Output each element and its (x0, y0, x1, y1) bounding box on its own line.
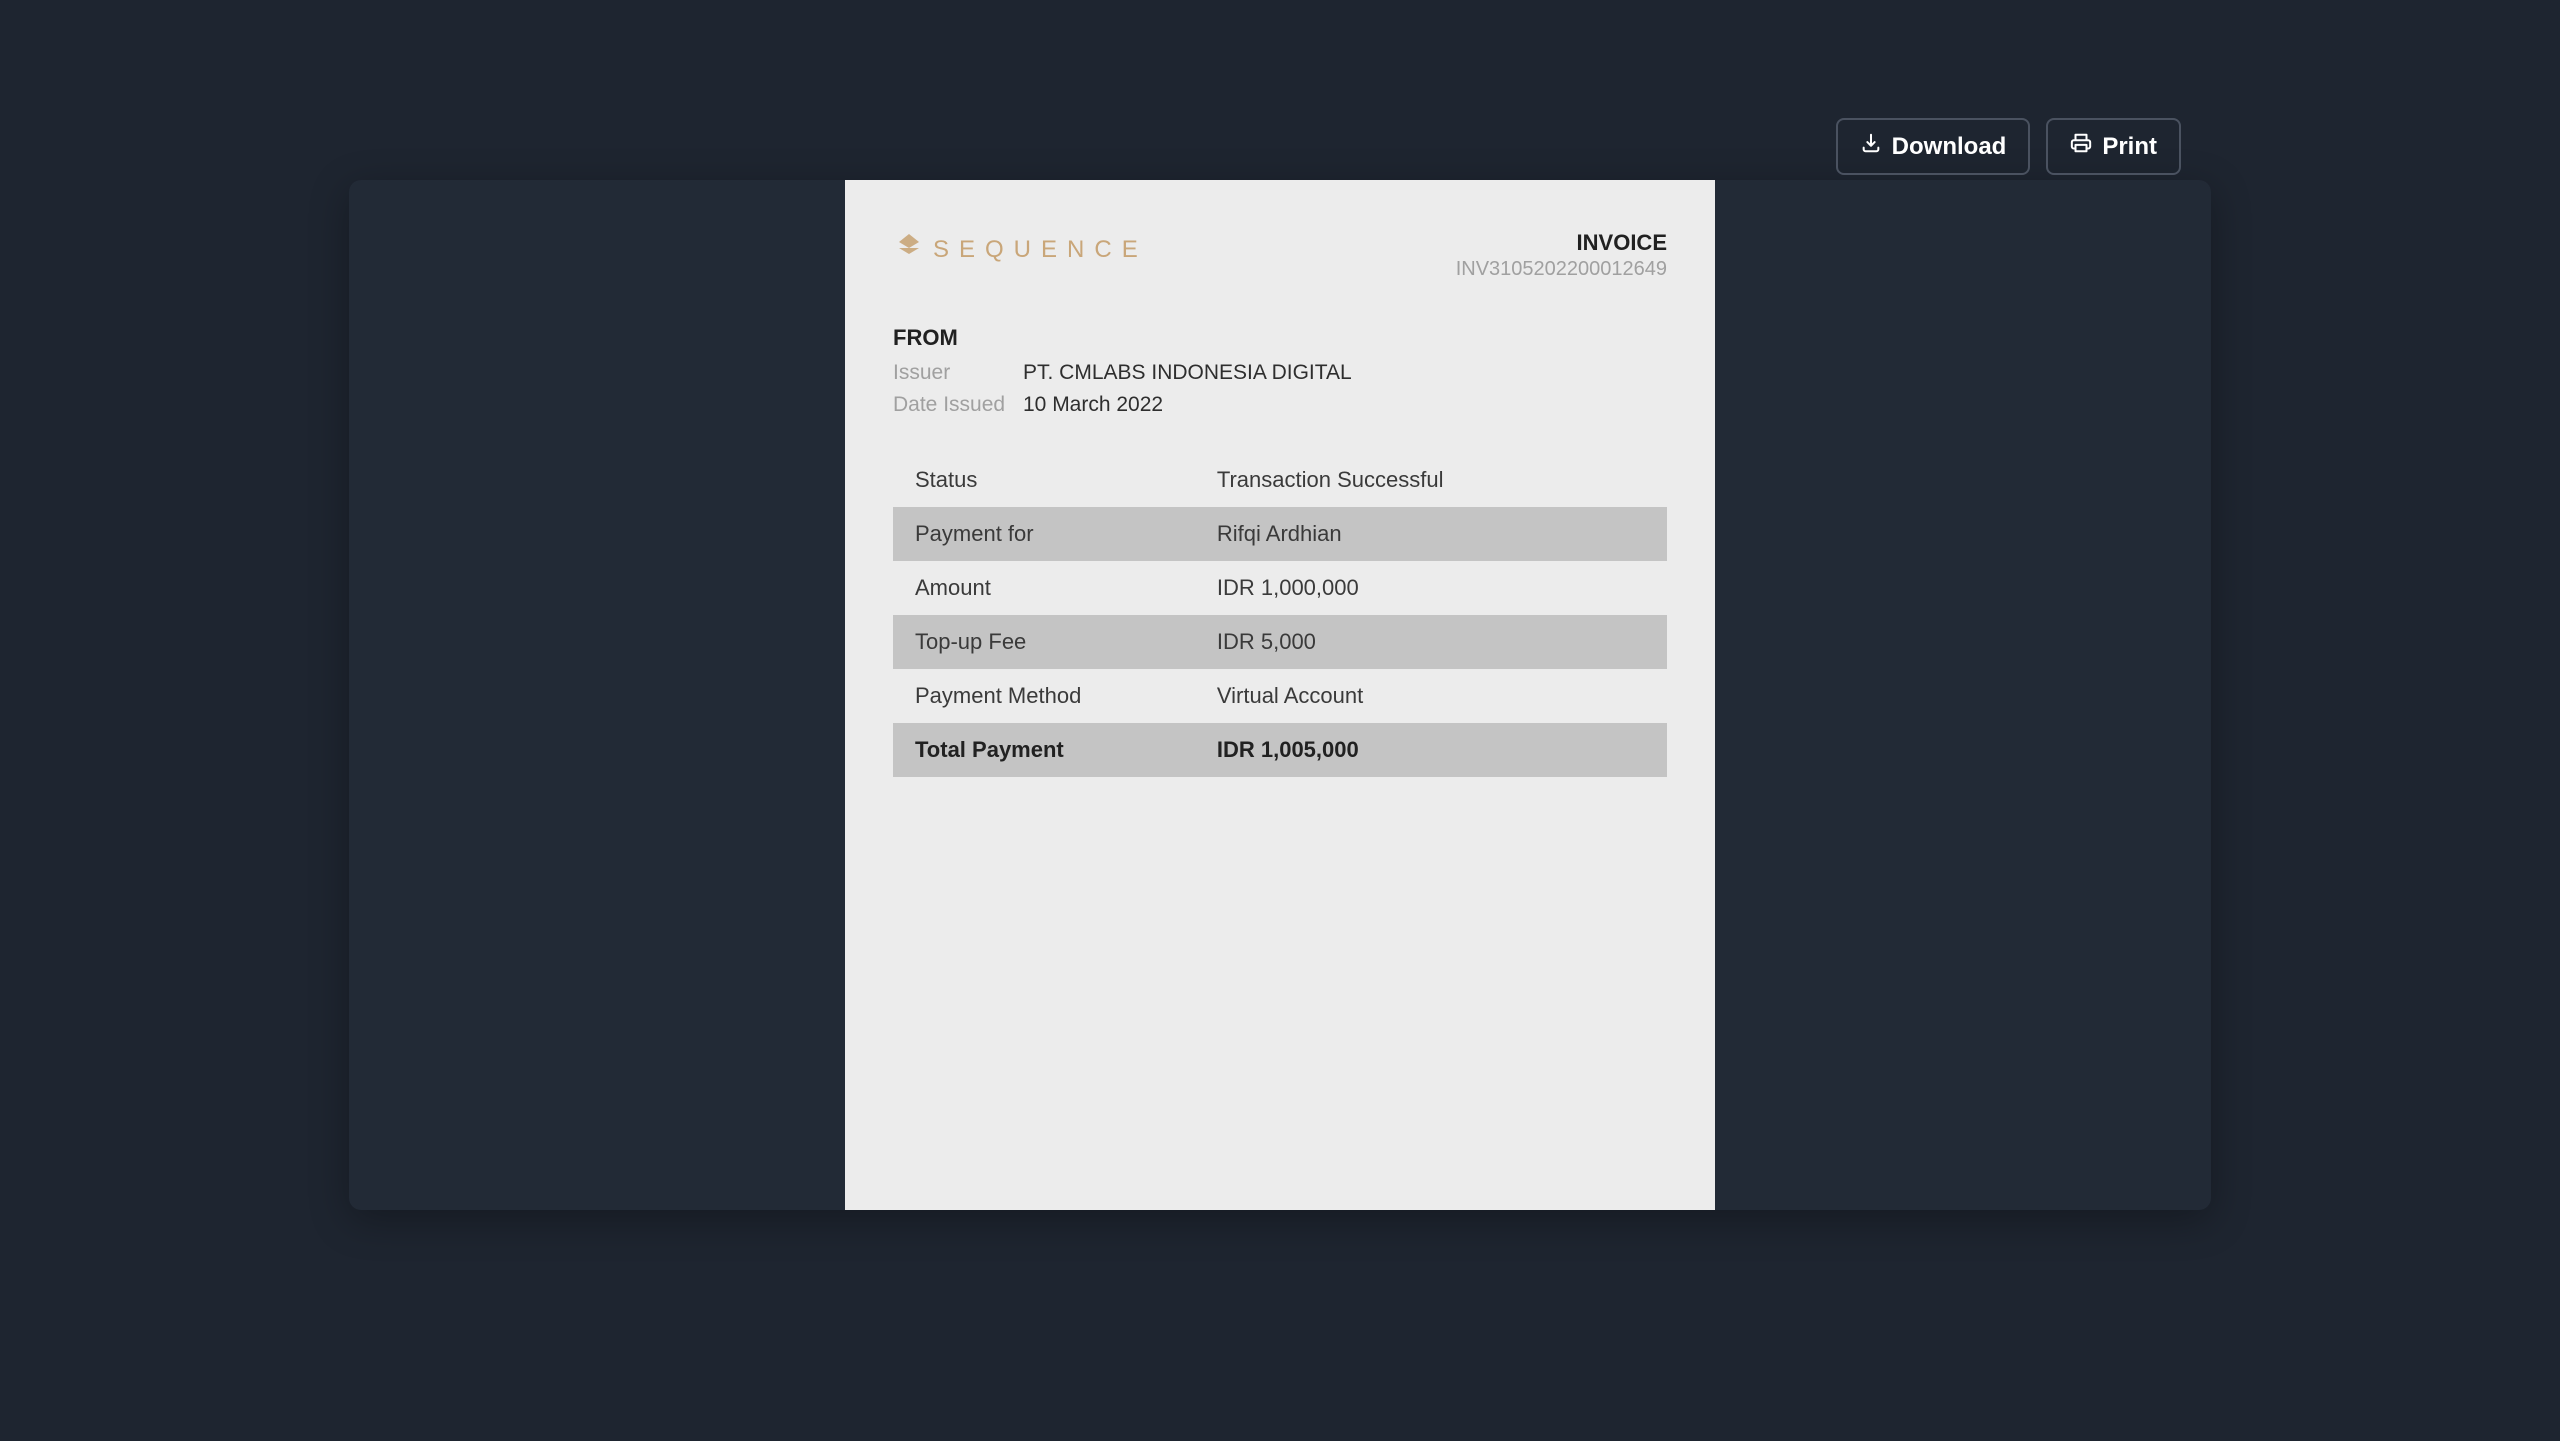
table-row: Amount IDR 1,000,000 (893, 561, 1667, 615)
details-table: Status Transaction Successful Payment fo… (893, 453, 1667, 777)
from-heading: FROM (893, 325, 1667, 351)
row-value: IDR 1,000,000 (1195, 561, 1667, 615)
row-label: Total Payment (893, 723, 1195, 777)
table-row: Payment Method Virtual Account (893, 669, 1667, 723)
brand-logo: SEQUENCE (893, 230, 1148, 269)
row-label: Top-up Fee (893, 615, 1195, 669)
toolbar: Download Print (1836, 118, 2181, 175)
issuer-row: Issuer PT. CMLABS INDONESIA DIGITAL (893, 361, 1667, 385)
download-icon (1860, 132, 1882, 161)
download-button[interactable]: Download (1836, 118, 2031, 175)
row-value: Virtual Account (1195, 669, 1667, 723)
table-row: Top-up Fee IDR 5,000 (893, 615, 1667, 669)
download-label: Download (1892, 133, 2007, 161)
print-label: Print (2102, 133, 2157, 161)
date-label: Date Issued (893, 393, 1023, 417)
date-value: 10 March 2022 (1023, 393, 1163, 417)
row-value: Transaction Successful (1195, 453, 1667, 507)
brand-mark-icon (893, 230, 925, 269)
from-section: FROM Issuer PT. CMLABS INDONESIA DIGITAL… (893, 325, 1667, 417)
row-value: IDR 1,005,000 (1195, 723, 1667, 777)
invoice-header: SEQUENCE INVOICE INV3105202200012649 (893, 230, 1667, 281)
row-value: Rifqi Ardhian (1195, 507, 1667, 561)
print-icon (2070, 132, 2092, 161)
issuer-label: Issuer (893, 361, 1023, 385)
row-label: Amount (893, 561, 1195, 615)
document-container: Download Print SEQUENCE INVOICE INV31052… (349, 180, 2211, 1210)
table-row-total: Total Payment IDR 1,005,000 (893, 723, 1667, 777)
row-label: Status (893, 453, 1195, 507)
issuer-value: PT. CMLABS INDONESIA DIGITAL (1023, 361, 1352, 385)
table-row: Payment for Rifqi Ardhian (893, 507, 1667, 561)
table-row: Status Transaction Successful (893, 453, 1667, 507)
row-label: Payment for (893, 507, 1195, 561)
invoice-title: INVOICE (1456, 230, 1667, 256)
row-label: Payment Method (893, 669, 1195, 723)
date-row: Date Issued 10 March 2022 (893, 393, 1667, 417)
invoice-page: SEQUENCE INVOICE INV3105202200012649 FRO… (845, 180, 1715, 1210)
brand-name: SEQUENCE (933, 236, 1148, 264)
row-value: IDR 5,000 (1195, 615, 1667, 669)
invoice-number: INV3105202200012649 (1456, 258, 1667, 281)
invoice-meta: INVOICE INV3105202200012649 (1456, 230, 1667, 281)
print-button[interactable]: Print (2046, 118, 2181, 175)
